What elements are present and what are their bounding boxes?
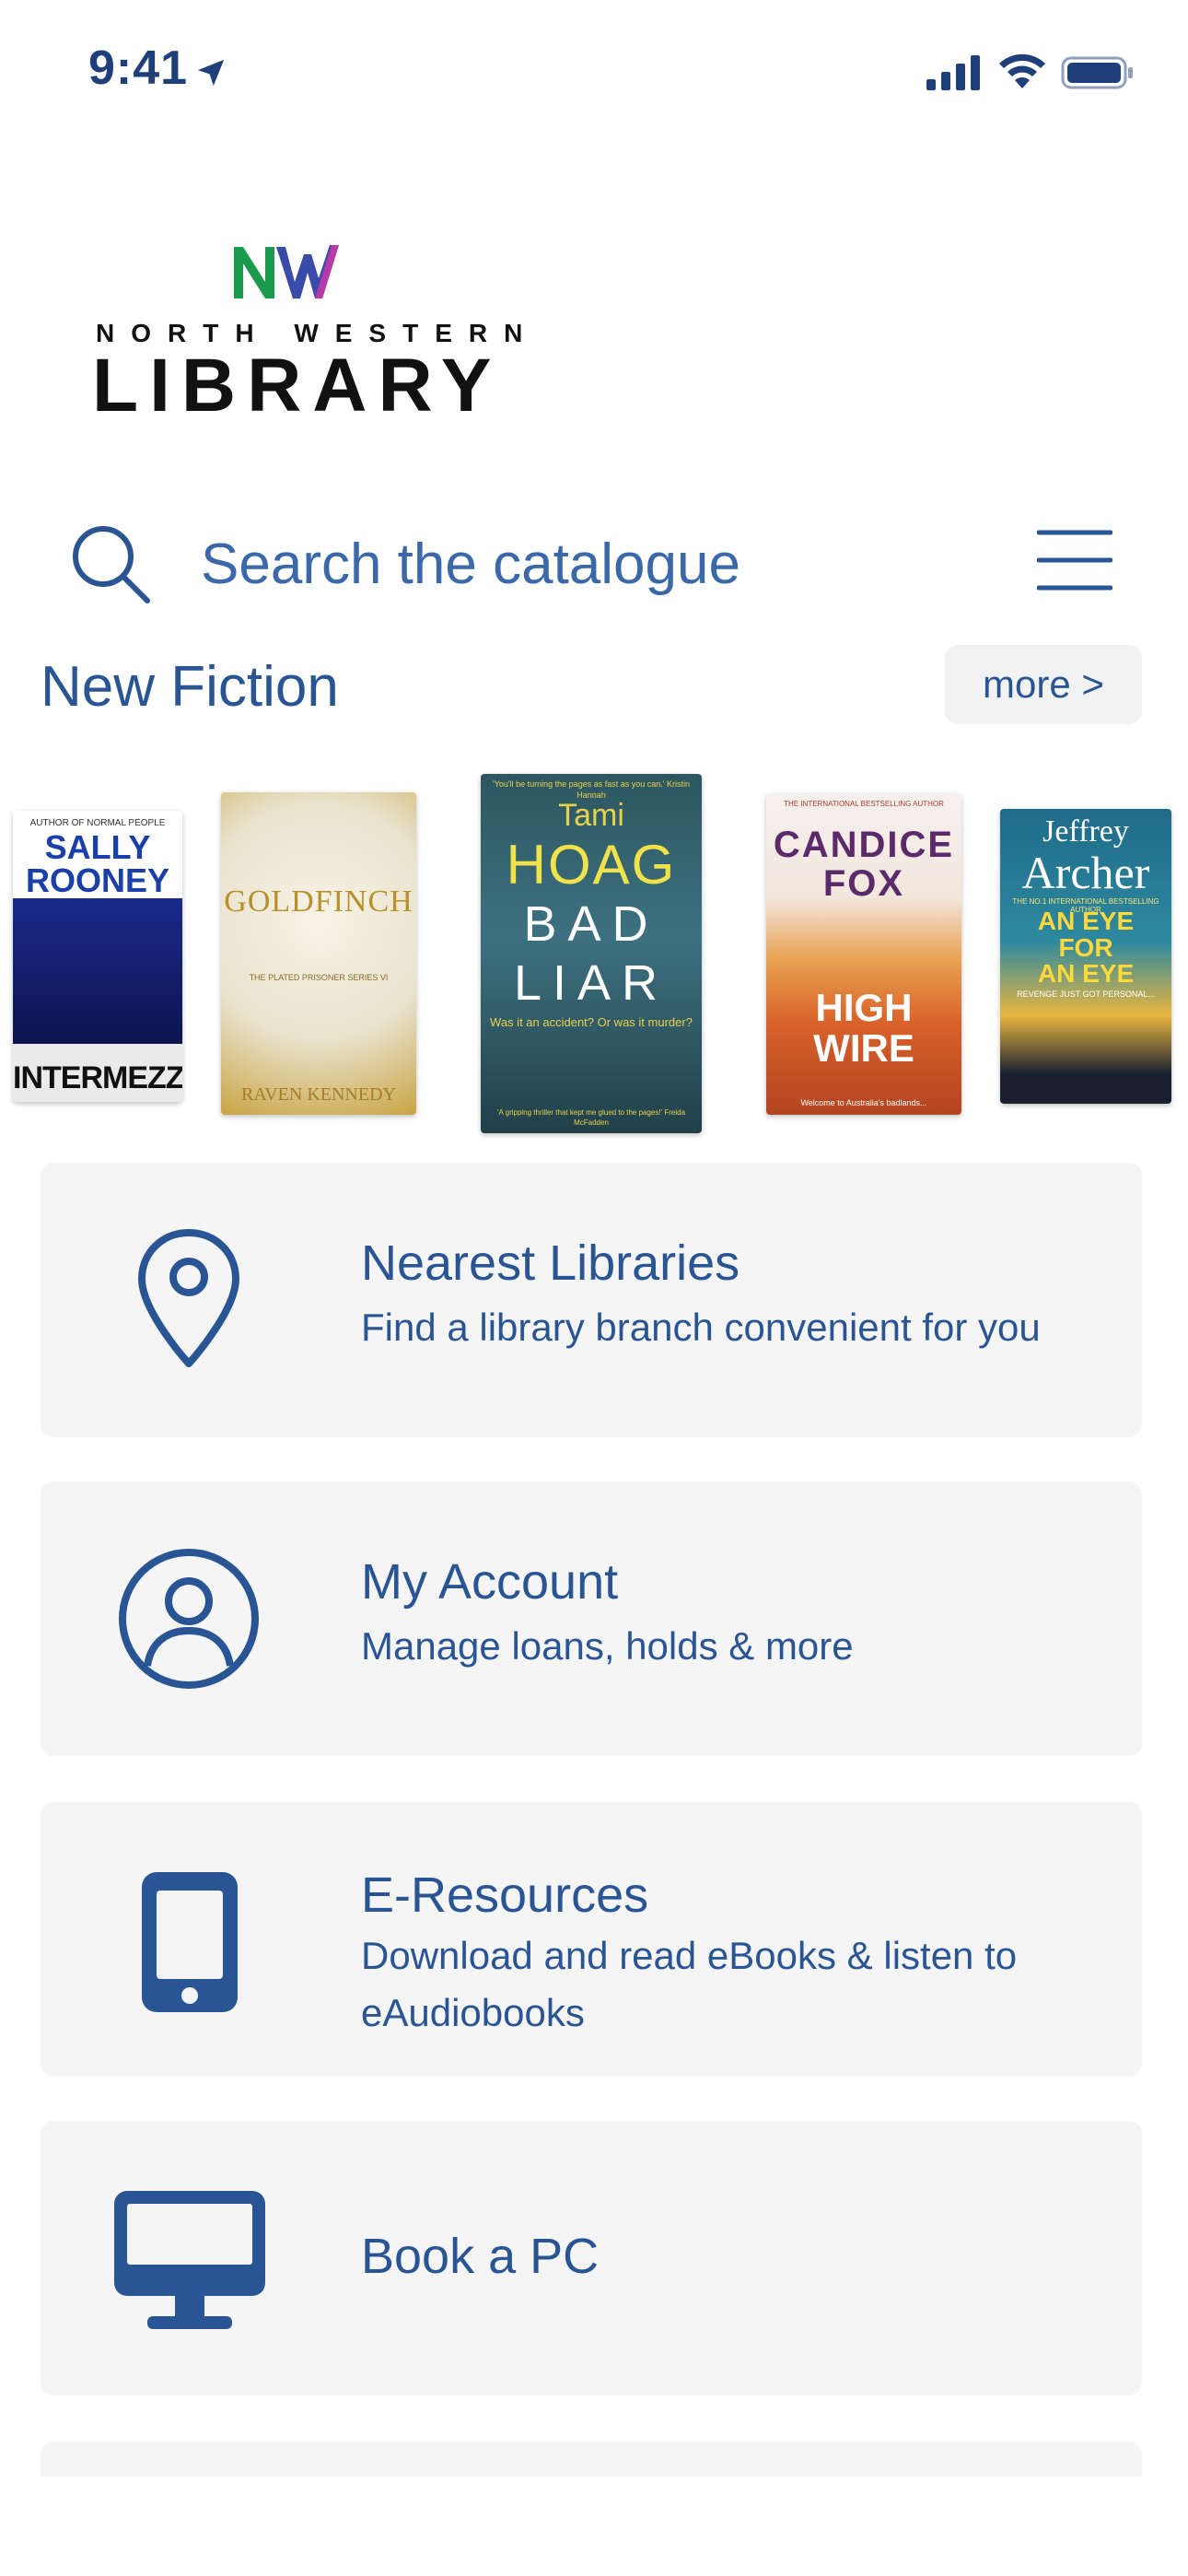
book-title-line: WIRE (813, 1026, 914, 1071)
book-author-line: FOX (822, 863, 905, 904)
nw-logo-mark-icon (234, 245, 339, 299)
book-a-pc-card[interactable]: Book a PC (41, 2121, 1142, 2395)
hamburger-menu-icon[interactable] (1037, 527, 1112, 593)
status-bar: 9:41 (0, 0, 1188, 138)
card-description: Manage loans, holds & more (361, 1624, 854, 1668)
book-carousel[interactable]: AUTHOR OF NORMAL PEOPLE SALLY ROONEY INT… (0, 774, 1188, 1142)
book-title-line: BAD (523, 896, 659, 952)
book-author: SALLY ROONEY (25, 828, 170, 899)
nearest-libraries-card[interactable]: Nearest Libraries Find a library branch … (41, 1163, 1142, 1437)
book-tagline: THE INTERNATIONAL BESTSELLING AUTHOR (784, 800, 944, 808)
search-input[interactable] (201, 525, 956, 603)
book-title-line: AN EYE (1037, 959, 1135, 989)
phone-icon (142, 1872, 238, 2012)
location-arrow-icon (197, 59, 225, 87)
cellular-signal-icon (926, 55, 980, 90)
book-cover[interactable]: 'You'll be turning the pages as fast as … (481, 774, 702, 1133)
section-title: New Fiction (41, 655, 339, 719)
book-author: CANDICE FOX (766, 825, 961, 903)
search-icon[interactable] (66, 520, 155, 608)
book-blurb: REVENGE JUST GOT PERSONAL... (1017, 989, 1155, 999)
library-logo: NORTH WESTERN LIBRARY (92, 241, 522, 427)
battery-icon (1061, 56, 1133, 89)
monitor-icon (114, 2191, 265, 2329)
book-title: AN EYE FOR AN EYE (1000, 907, 1171, 989)
book-author: Tami (558, 798, 624, 833)
book-title-line: AN EYE (1037, 907, 1135, 935)
book-title: INTERMEZZO (13, 1060, 182, 1095)
more-button[interactable]: more > (945, 645, 1142, 724)
book-cover[interactable]: THE INTERNATIONAL BESTSELLING AUTHOR CAN… (766, 794, 961, 1115)
book-tagline: AUTHOR OF NORMAL PEOPLE (29, 818, 166, 828)
book-cover[interactable]: Jeffrey Archer THE NO.1 INTERNATIONAL BE… (1000, 809, 1171, 1104)
book-title-line: HOAG (506, 834, 677, 896)
book-title: GOLDFINCH (224, 884, 413, 919)
book-title: HIGH WIRE (766, 986, 961, 1071)
book-title-line: HIGH (815, 986, 913, 1029)
card-title: My Account (361, 1554, 619, 1610)
wifi-icon (999, 53, 1045, 88)
new-fiction-header: New Fiction more > (0, 645, 1188, 728)
card-title: E-Resources (361, 1868, 649, 1923)
my-account-card[interactable]: My Account Manage loans, holds & more (41, 1481, 1142, 1756)
book-cover[interactable]: GOLDFINCH THE PLATED PRISONER SERIES VI … (221, 792, 416, 1115)
book-blurb: 'A gripping thriller that kept me glued … (496, 1108, 686, 1127)
card-description: Download and read eBooks & listen to eAu… (361, 1934, 1018, 2034)
search-bar (0, 507, 1188, 617)
bottom-edge (0, 2476, 1188, 2576)
card-title: Book a PC (361, 2229, 600, 2284)
status-time: 9:41 (88, 41, 189, 95)
map-pin-icon (138, 1229, 239, 1367)
book-author-line: Jeffrey (1042, 814, 1129, 849)
book-subtitle: THE PLATED PRISONER SERIES VI (249, 973, 389, 982)
book-author-line: CANDICE (773, 825, 955, 865)
book-cover[interactable]: AUTHOR OF NORMAL PEOPLE SALLY ROONEY INT… (13, 811, 182, 1102)
user-circle-icon (119, 1549, 259, 1689)
book-title-line: FOR (1058, 932, 1113, 962)
card-description: Find a library branch convenient for you (361, 1306, 1041, 1349)
card-title: Nearest Libraries (361, 1235, 740, 1291)
book-author-line: Archer (1021, 847, 1150, 898)
book-blurb: Welcome to Australia's badlands... (800, 1098, 927, 1107)
next-card-partial[interactable] (41, 2441, 1142, 2478)
book-author: RAVEN KENNEDY (241, 1084, 396, 1105)
book-title-line: LIAR (513, 955, 670, 1011)
logo-text-main: LIBRARY (92, 344, 503, 427)
book-tagline: Was it an accident? Or was it murder? (490, 1015, 693, 1029)
e-resources-card[interactable]: E-Resources Download and read eBooks & l… (41, 1802, 1142, 2077)
